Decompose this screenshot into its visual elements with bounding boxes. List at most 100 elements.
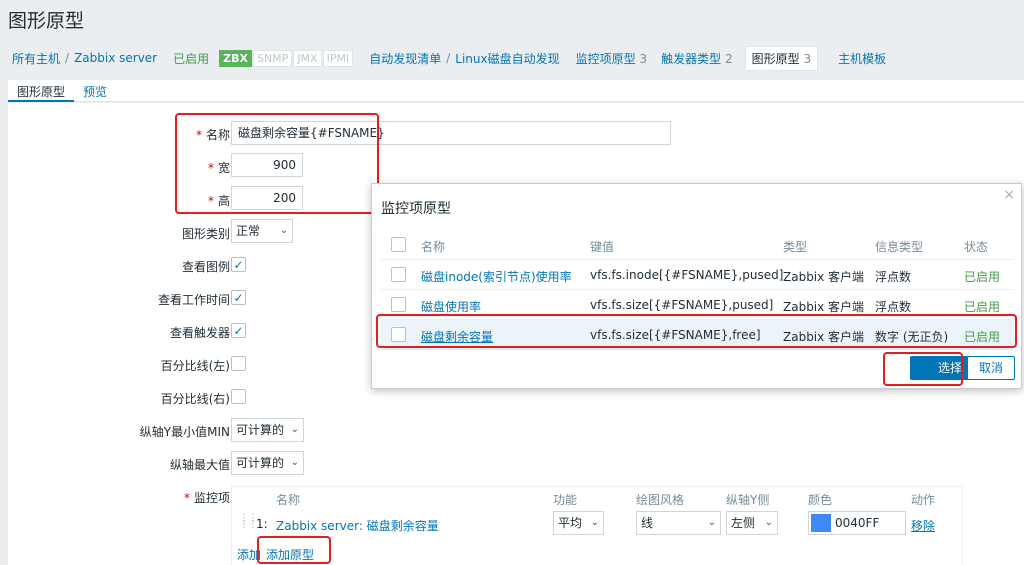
ymin-label: 纵轴Y最小值MIN [139, 425, 230, 439]
tab-trigger-prototypes[interactable]: 触发器类型 2 [661, 50, 732, 67]
availability-badges: ZBX SNMP JMX IPMI [219, 49, 354, 67]
tab-host-prototypes[interactable]: 主机模板 [838, 50, 886, 67]
header-type: 类型 [783, 240, 808, 254]
required-mark: * [183, 491, 190, 505]
chevron-down-icon: ⌄ [707, 517, 716, 528]
tab-graph-prototypes[interactable]: 图形原型 3 [744, 45, 819, 71]
item-name-link[interactable]: Zabbix server: 磁盘剩余容量 [276, 517, 439, 534]
percentile-left-label: 百分比线(左) [160, 359, 230, 373]
breadcrumb-host[interactable]: Zabbix server [74, 51, 157, 65]
breadcrumb-separator: / [65, 51, 70, 65]
ymax-value: 可计算的 [236, 456, 285, 470]
header-info-type: 信息类型 [875, 240, 924, 254]
ymin-select[interactable]: 可计算的 ⌄ [231, 418, 304, 442]
tab-graph-prototype[interactable]: 图形原型 [8, 80, 75, 102]
item-prototype-info-type: 浮点数 [875, 270, 912, 284]
tab-item-prototypes-label: 监控项原型 [575, 51, 636, 66]
items-header-y-axis: 纵轴Y侧 [726, 493, 770, 507]
tab-item-prototypes[interactable]: 监控项原型 3 [576, 50, 647, 67]
chevron-down-icon: ⌄ [279, 225, 288, 236]
item-prototype-name-link[interactable]: 磁盘使用率 [421, 298, 481, 315]
ymin-value: 可计算的 [236, 423, 285, 437]
header-name: 名称 [421, 240, 446, 254]
row-checkbox[interactable] [391, 267, 406, 282]
graph-type-label: 图形类别 [181, 227, 230, 241]
show-triggers-checkbox[interactable]: ✓ [231, 323, 246, 338]
breadcrumb-discovery-list[interactable]: 自动发现清单 [369, 50, 441, 67]
header-status: 状态 [964, 240, 989, 254]
tab-graph-prototypes-label: 图形原型 [751, 51, 800, 66]
item-prototype-type: Zabbix 客户端 [783, 270, 865, 284]
chevron-down-icon: ⌄ [590, 517, 599, 528]
annotation-box-add-prototype [257, 536, 331, 564]
breadcrumb-discovery-rule[interactable]: Linux磁盘自动发现 [455, 50, 559, 67]
table-row: 磁盘inode(索引节点)使用率 vfs.fs.inode[{#FSNAME},… [381, 260, 1014, 290]
percentile-left-checkbox[interactable] [231, 356, 246, 371]
item-draw-style-value: 线 [641, 516, 654, 530]
item-prototype-type: Zabbix 客户端 [783, 300, 865, 314]
item-draw-style-select[interactable]: 线 ⌄ [636, 511, 721, 535]
graph-items-table: 名称 功能 绘图风格 纵轴Y侧 颜色 动作 ⋮⋮ ⋮⋮ 1: Zabbix ser… [231, 486, 963, 565]
items-header-name: 名称 [276, 493, 301, 507]
item-prototype-name-link[interactable]: 磁盘inode(索引节点)使用率 [421, 268, 572, 285]
page-title: 图形原型 [8, 10, 85, 32]
tab-trigger-prototypes-count: 2 [724, 51, 733, 66]
ymax-select[interactable]: 可计算的 ⌄ [231, 451, 304, 475]
tab-item-prototypes-count: 3 [639, 51, 648, 66]
row-checkbox[interactable] [391, 297, 406, 312]
breadcrumb-all-hosts[interactable]: 所有主机 [12, 50, 60, 67]
item-prototype-info-type: 浮点数 [875, 300, 912, 314]
chevron-down-icon: ⌄ [764, 517, 773, 528]
item-prototype-status: 已启用 [964, 300, 1001, 314]
show-working-time-checkbox[interactable]: ✓ [231, 290, 246, 305]
breadcrumb: 所有主机 / Zabbix server 已启用 ZBX SNMP JMX IP… [0, 44, 900, 72]
item-prototype-key: vfs.fs.size[{#FSNAME},pused] [590, 298, 774, 312]
tab-graph-prototypes-count: 3 [803, 51, 812, 66]
annotation-box-select-button [883, 352, 963, 386]
item-prototype-status: 已启用 [964, 270, 1001, 284]
annotation-box-selected-row [376, 314, 1017, 348]
close-icon[interactable]: × [1003, 187, 1015, 203]
tab-trigger-prototypes-label: 触发器类型 [661, 51, 722, 66]
item-y-axis-value: 左侧 [731, 516, 756, 530]
show-working-time-label: 查看工作时间 [157, 293, 230, 307]
items-header-color: 颜色 [808, 493, 833, 507]
dialog-title: 监控项原型 [381, 201, 451, 217]
checkmark-icon: ✓ [233, 257, 244, 272]
show-legend-checkbox[interactable]: ✓ [231, 257, 246, 272]
graph-type-value: 正常 [236, 224, 261, 238]
show-legend-label: 查看图例 [181, 260, 230, 274]
badge-zbx: ZBX [219, 49, 252, 67]
item-prototype-key: vfs.fs.inode[{#FSNAME},pused] [590, 268, 784, 282]
items-header-function: 功能 [553, 493, 578, 507]
item-function-select[interactable]: 平均 ⌄ [553, 511, 604, 535]
items-header-action: 动作 [911, 493, 936, 507]
items-label: * 监控项 [8, 489, 230, 506]
chevron-down-icon: ⌄ [290, 424, 299, 435]
show-triggers-label: 查看触发器 [169, 326, 230, 340]
badge-ipmi: IPMI [322, 49, 354, 67]
cancel-button[interactable]: 取消 [967, 356, 1015, 380]
item-y-axis-select[interactable]: 左侧 ⌄ [726, 511, 778, 535]
host-status-enabled[interactable]: 已启用 [173, 50, 209, 67]
annotation-box-size-fields [175, 113, 379, 214]
checkmark-icon: ✓ [233, 323, 244, 338]
checkmark-icon: ✓ [233, 290, 244, 305]
items-header-draw-style: 绘图风格 [636, 493, 685, 507]
breadcrumb-separator: / [446, 51, 451, 65]
percentile-right-label: 百分比线(右) [160, 392, 230, 406]
drag-handle-icon[interactable]: ⋮⋮ ⋮⋮ [239, 514, 258, 530]
form-tabs: 图形原型 预览 [8, 80, 1024, 102]
percentile-right-checkbox[interactable] [231, 389, 246, 404]
badge-snmp: SNMP [252, 49, 293, 67]
select-all-checkbox[interactable] [391, 237, 406, 252]
graph-type-select[interactable]: 正常 ⌄ [231, 219, 293, 243]
item-remove-link[interactable]: 移除 [911, 517, 935, 534]
item-color-value: 0040FF [835, 516, 880, 530]
tab-preview[interactable]: 预览 [74, 80, 116, 102]
color-swatch[interactable] [811, 514, 831, 532]
items-label-text: 监控项 [193, 491, 230, 505]
table-header: 名称 键值 类型 信息类型 状态 [381, 230, 1014, 260]
chevron-down-icon: ⌄ [290, 457, 299, 468]
item-function-value: 平均 [558, 516, 583, 530]
